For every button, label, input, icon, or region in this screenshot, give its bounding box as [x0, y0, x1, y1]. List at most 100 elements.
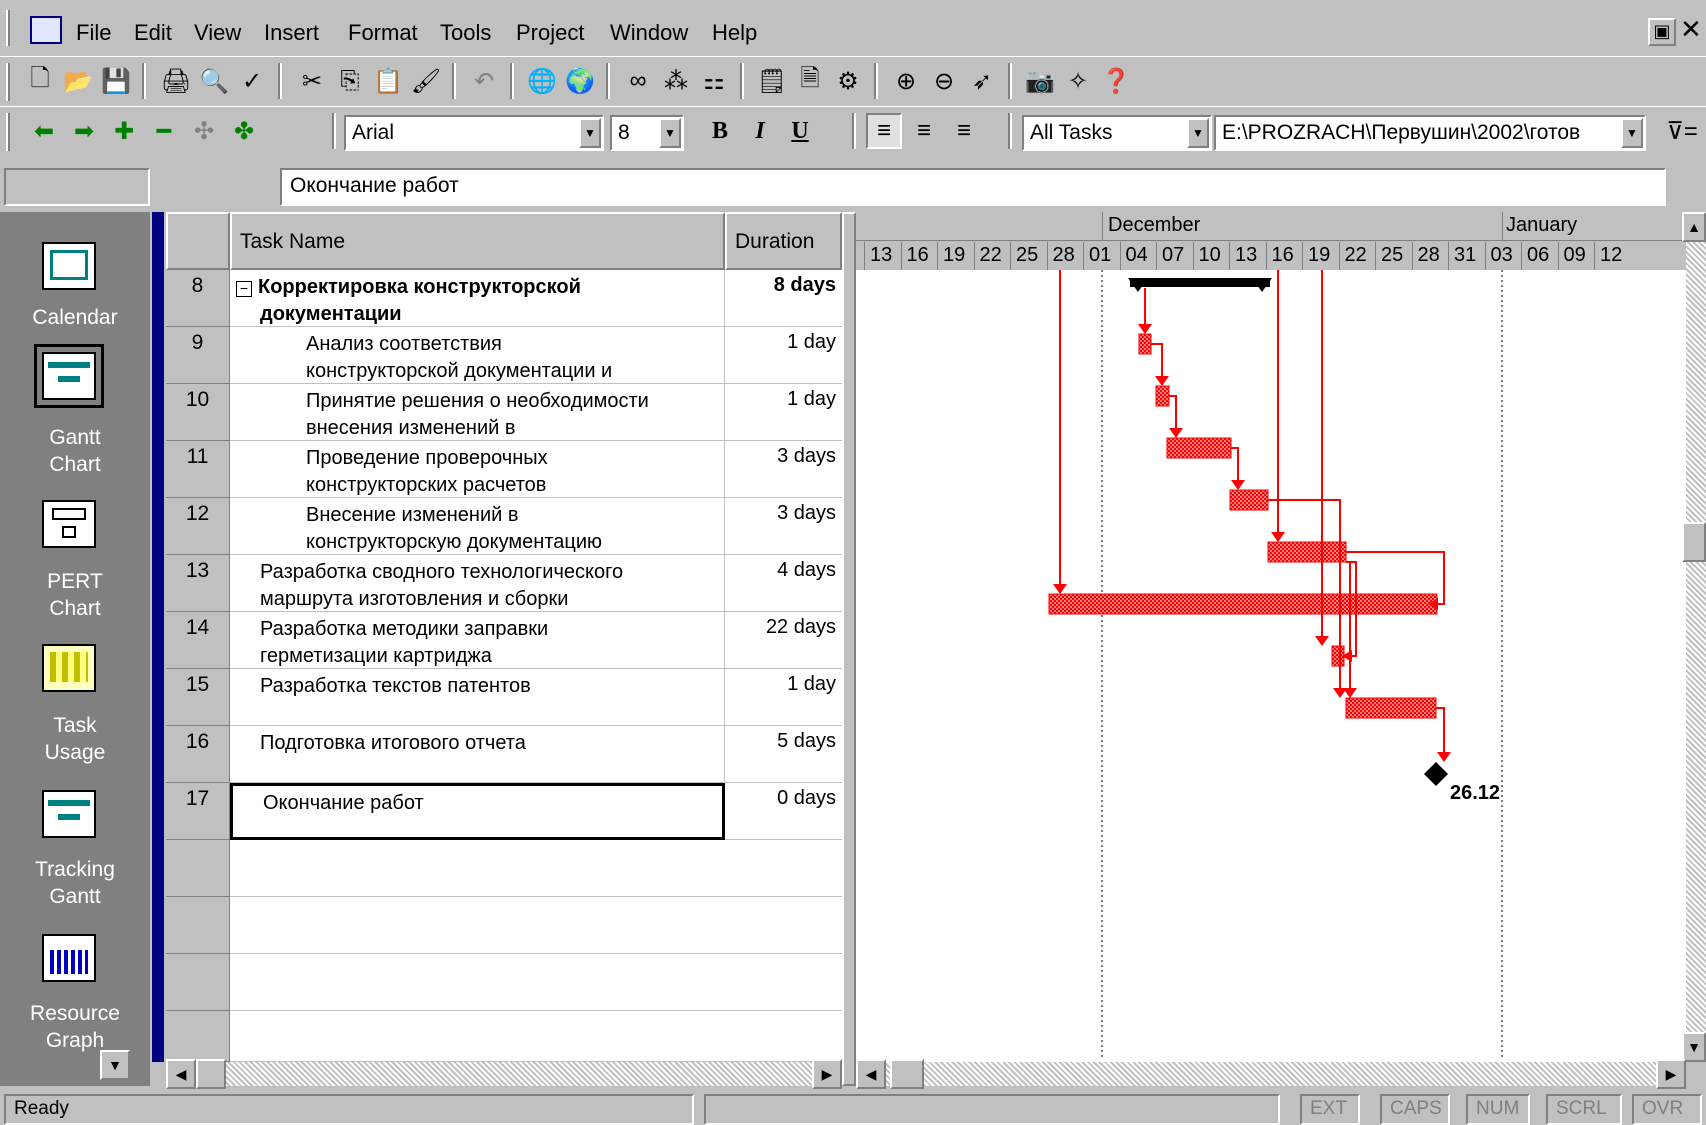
split-task-icon[interactable]: ⚏ — [696, 63, 732, 99]
autofilter-icon[interactable]: ⊽= — [1660, 113, 1704, 149]
collapse-icon[interactable]: − — [236, 281, 252, 297]
help-icon[interactable]: ❓ — [1098, 63, 1134, 99]
table-row[interactable]: 13 Разработка сводного технологического … — [166, 555, 842, 612]
arrow-left-icon[interactable]: ⬅ — [26, 113, 62, 149]
zoom-out-icon[interactable]: ⊖ — [926, 63, 962, 99]
duration-cell[interactable]: 1 day — [725, 669, 842, 726]
task-name-cell-selected[interactable]: Окончание работ — [230, 783, 725, 840]
tracking-gantt-icon[interactable] — [42, 790, 96, 838]
task-name-cell[interactable]: − Корректировка конструкторской документа… — [230, 270, 725, 327]
table-row[interactable]: 17 Окончание работ 0 days — [166, 783, 842, 840]
gantt-wizard-icon[interactable]: ✧ — [1060, 63, 1096, 99]
copy-icon[interactable]: ⎘ — [332, 63, 368, 99]
chevron-down-icon[interactable]: ▼ — [659, 118, 681, 148]
view-item-task-usage[interactable]: Task Usage — [0, 712, 150, 766]
duration-cell[interactable]: 4 days — [725, 555, 842, 612]
scroll-right-button[interactable]: ▶ — [1656, 1059, 1686, 1089]
scroll-down-button[interactable]: ▼ — [1682, 1032, 1706, 1062]
font-size-select[interactable]: 8 ▼ — [610, 115, 684, 151]
empty-row[interactable] — [166, 897, 842, 954]
task-notes-icon[interactable]: 🗎 — [792, 63, 828, 99]
row-id[interactable]: 15 — [166, 669, 230, 726]
resource-graph-icon[interactable] — [42, 934, 96, 982]
undo-icon[interactable]: ↶ — [466, 63, 502, 99]
print-icon[interactable]: 🖨 — [158, 63, 194, 99]
menu-window[interactable]: Window — [610, 20, 688, 46]
table-row[interactable]: 9 Анализ соответствия конструкторской до… — [166, 327, 842, 384]
toolbar-grip[interactable] — [6, 113, 10, 151]
duration-cell[interactable]: 1 day — [725, 327, 842, 384]
menu-help[interactable]: Help — [712, 20, 757, 46]
web-toolbar-icon[interactable]: 🌍 — [562, 63, 598, 99]
toolbar-grip[interactable] — [6, 63, 10, 101]
row-id[interactable]: 10 — [166, 384, 230, 441]
menu-insert[interactable]: Insert — [264, 20, 319, 46]
task-name-cell[interactable]: Разработка методики заправки герметизаци… — [230, 612, 725, 669]
task-usage-icon[interactable] — [42, 644, 96, 692]
duration-cell[interactable]: 1 day — [725, 384, 842, 441]
pert-chart-icon[interactable] — [42, 500, 96, 548]
scroll-thumb[interactable] — [890, 1059, 924, 1089]
row-id[interactable]: 17 — [166, 783, 230, 840]
table-row[interactable]: 10 Принятие решения о необходимости внес… — [166, 384, 842, 441]
table-row[interactable]: 16 Подготовка итогового отчета 5 days — [166, 726, 842, 783]
show-all-subtasks-icon[interactable]: ✣ — [186, 113, 222, 149]
table-row[interactable]: 11 Проведение проверочных конструкторски… — [166, 441, 842, 498]
duration-cell[interactable]: 3 days — [725, 441, 842, 498]
format-painter-icon[interactable]: 🖌 — [408, 63, 444, 99]
menu-tools[interactable]: Tools — [440, 20, 491, 46]
split-bar[interactable] — [842, 212, 856, 1086]
column-header-duration[interactable]: Duration — [725, 212, 842, 270]
entry-field[interactable]: Окончание работ — [280, 168, 1666, 206]
view-item-pert-chart[interactable]: PERT Chart — [0, 568, 150, 622]
align-center-icon[interactable]: ≡ — [906, 113, 942, 149]
menubar-grip[interactable] — [6, 10, 10, 46]
chart-horizontal-scrollbar[interactable]: ◀ ▶ — [856, 1059, 1686, 1089]
goto-selected-task-icon[interactable]: ➶ — [964, 63, 1000, 99]
arrow-right-icon[interactable]: ➡ — [66, 113, 102, 149]
task-name-cell[interactable]: Внесение изменений в конструкторскую док… — [230, 498, 725, 555]
zoom-in-icon[interactable]: ⊕ — [888, 63, 924, 99]
menu-edit[interactable]: Edit — [134, 20, 172, 46]
spelling-icon[interactable]: ✓ — [234, 63, 270, 99]
table-row[interactable]: 15 Разработка текстов патентов 1 day — [166, 669, 842, 726]
empty-row[interactable] — [166, 1011, 842, 1062]
copy-picture-icon[interactable]: 📷 — [1022, 63, 1058, 99]
show-subtasks-icon[interactable]: ✚ — [106, 113, 142, 149]
align-right-icon[interactable]: ≡ — [946, 113, 982, 149]
chevron-down-icon[interactable]: ▼ — [1621, 118, 1643, 148]
menu-file[interactable]: File — [76, 20, 111, 46]
italic-button[interactable]: I — [742, 113, 778, 149]
scroll-thumb[interactable] — [196, 1059, 226, 1089]
close-window-icon[interactable]: ✕ — [1680, 14, 1702, 45]
empty-row[interactable] — [166, 954, 842, 1011]
chevron-down-icon[interactable]: ▼ — [579, 118, 601, 148]
menu-format[interactable]: Format — [348, 20, 418, 46]
save-icon[interactable]: 💾 — [98, 63, 134, 99]
row-id[interactable]: 12 — [166, 498, 230, 555]
task-name-cell[interactable]: Анализ соответствия конструкторской доку… — [230, 327, 725, 384]
duration-cell[interactable]: 5 days — [725, 726, 842, 783]
menu-project[interactable]: Project — [516, 20, 584, 46]
table-horizontal-scrollbar[interactable]: ◀ ▶ — [166, 1059, 842, 1089]
cut-icon[interactable]: ✂ — [294, 63, 330, 99]
table-row[interactable]: 14 Разработка методики заправки герметиз… — [166, 612, 842, 669]
gantt-bars[interactable] — [856, 270, 1686, 1060]
filter-select[interactable]: All Tasks ▼ — [1022, 115, 1212, 151]
scroll-up-button[interactable]: ▲ — [1682, 212, 1706, 242]
row-id[interactable]: 9 — [166, 327, 230, 384]
font-name-select[interactable]: Arial ▼ — [344, 115, 604, 151]
task-name-cell[interactable]: Проведение проверочных конструкторских р… — [230, 441, 725, 498]
row-id[interactable]: 14 — [166, 612, 230, 669]
scroll-left-button[interactable]: ◀ — [166, 1059, 196, 1089]
new-file-icon[interactable]: 🗋 — [22, 63, 58, 99]
column-header-task-name[interactable]: Task Name — [230, 212, 725, 270]
task-name-cell[interactable]: Разработка сводного технологического мар… — [230, 555, 725, 612]
viewbar-scroll-down-button[interactable]: ▼ — [100, 1050, 130, 1080]
row-id[interactable]: 11 — [166, 441, 230, 498]
task-name-cell[interactable]: Принятие решения о необходимости внесени… — [230, 384, 725, 441]
task-name-cell[interactable]: Подготовка итогового отчета — [230, 726, 725, 783]
align-left-icon[interactable]: ≡ — [866, 113, 902, 149]
scroll-right-button[interactable]: ▶ — [812, 1059, 842, 1089]
view-item-tracking-gantt[interactable]: Tracking Gantt — [0, 856, 150, 910]
